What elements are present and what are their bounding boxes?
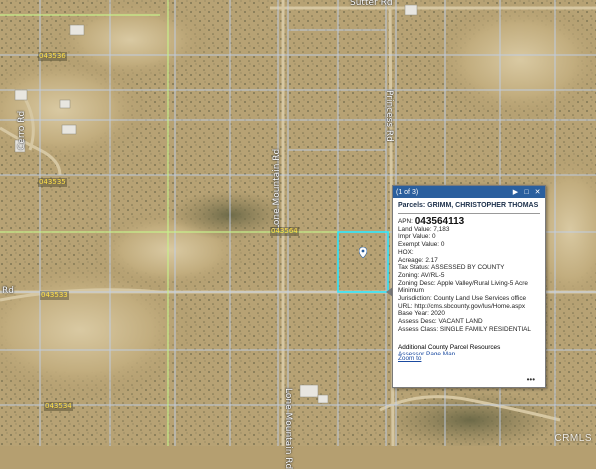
next-feature-icon[interactable]: ▶ [511,188,520,197]
field-row: Assess Class: SINGLE FAMILY RESIDENTIAL [398,325,531,333]
road-label-left: Rd [2,286,14,296]
field-row: Land Value: 7,183 [398,225,450,233]
road-label-princess: Princess Rd [384,90,394,142]
field-row: Jurisdiction: County Land Use Services o… [398,295,527,303]
divider [398,213,540,214]
field-row: Zoning Desc: Apple Valley/Rural Living-5… [398,279,528,295]
field-row: Zoning: AV/RL-5 [398,271,445,279]
popup-body: APN: 043564113 Land Value: 7,183 Impr Va… [393,217,545,334]
parcel-book-label: 043534 [44,402,73,411]
field-row: Tax Status: ASSESSED BY COUNTY [398,264,505,272]
location-pin-icon[interactable] [359,247,367,258]
additional-resources-title: Additional County Parcel Resources [398,343,501,351]
apn-label: APN: [398,218,413,225]
hill-area [50,0,210,80]
maximize-icon[interactable]: □ [522,188,531,197]
parcel-book-label: 043536 [38,52,67,61]
field-row: Acreage: 2.17 [398,256,438,264]
field-row: Base Year: 2020 [398,310,445,318]
parcel-book-label: 043533 [40,291,69,300]
watermark: CRMLS [554,433,592,444]
close-icon[interactable]: ✕ [533,188,542,197]
field-row: URL: http://cms.sbcounty.gov/lus/Home.as… [398,302,526,310]
road-label-lone-mountain: Lone Mountain Rd [272,148,282,230]
road-label-lone-mountain-lower: Lone Mountain Rd [283,388,293,469]
zoom-to-link[interactable]: Zoom to [398,355,540,363]
road-label-cerro: Cerro Rd [17,110,27,150]
parcel-info-popup: (1 of 3) ▶ □ ✕ Parcels: GRIMM, CHRISTOPH… [392,185,546,388]
more-options-button[interactable]: ••• [527,375,535,384]
popup-feature-count: (1 of 3) [396,188,419,196]
field-row: HOX: [398,248,414,256]
popup-titlebar: (1 of 3) ▶ □ ✕ [393,186,545,198]
popup-header: Parcels: GRIMM, CHRISTOPHER THOMAS [398,202,539,209]
apn-row: APN: 043564113 [398,217,540,227]
parcel-book-label: 043535 [38,178,67,187]
road-label-sutter: Sutter Rd [350,0,393,8]
field-row: Exempt Value: 0 [398,241,445,249]
popup-footer: Additional County Parcel Resources Asses… [393,344,545,363]
field-row: Assess Desc: VACANT LAND [398,318,483,326]
parcel-book-label: 043564 [270,227,299,236]
field-row: Impr Value: 0 [398,233,436,241]
